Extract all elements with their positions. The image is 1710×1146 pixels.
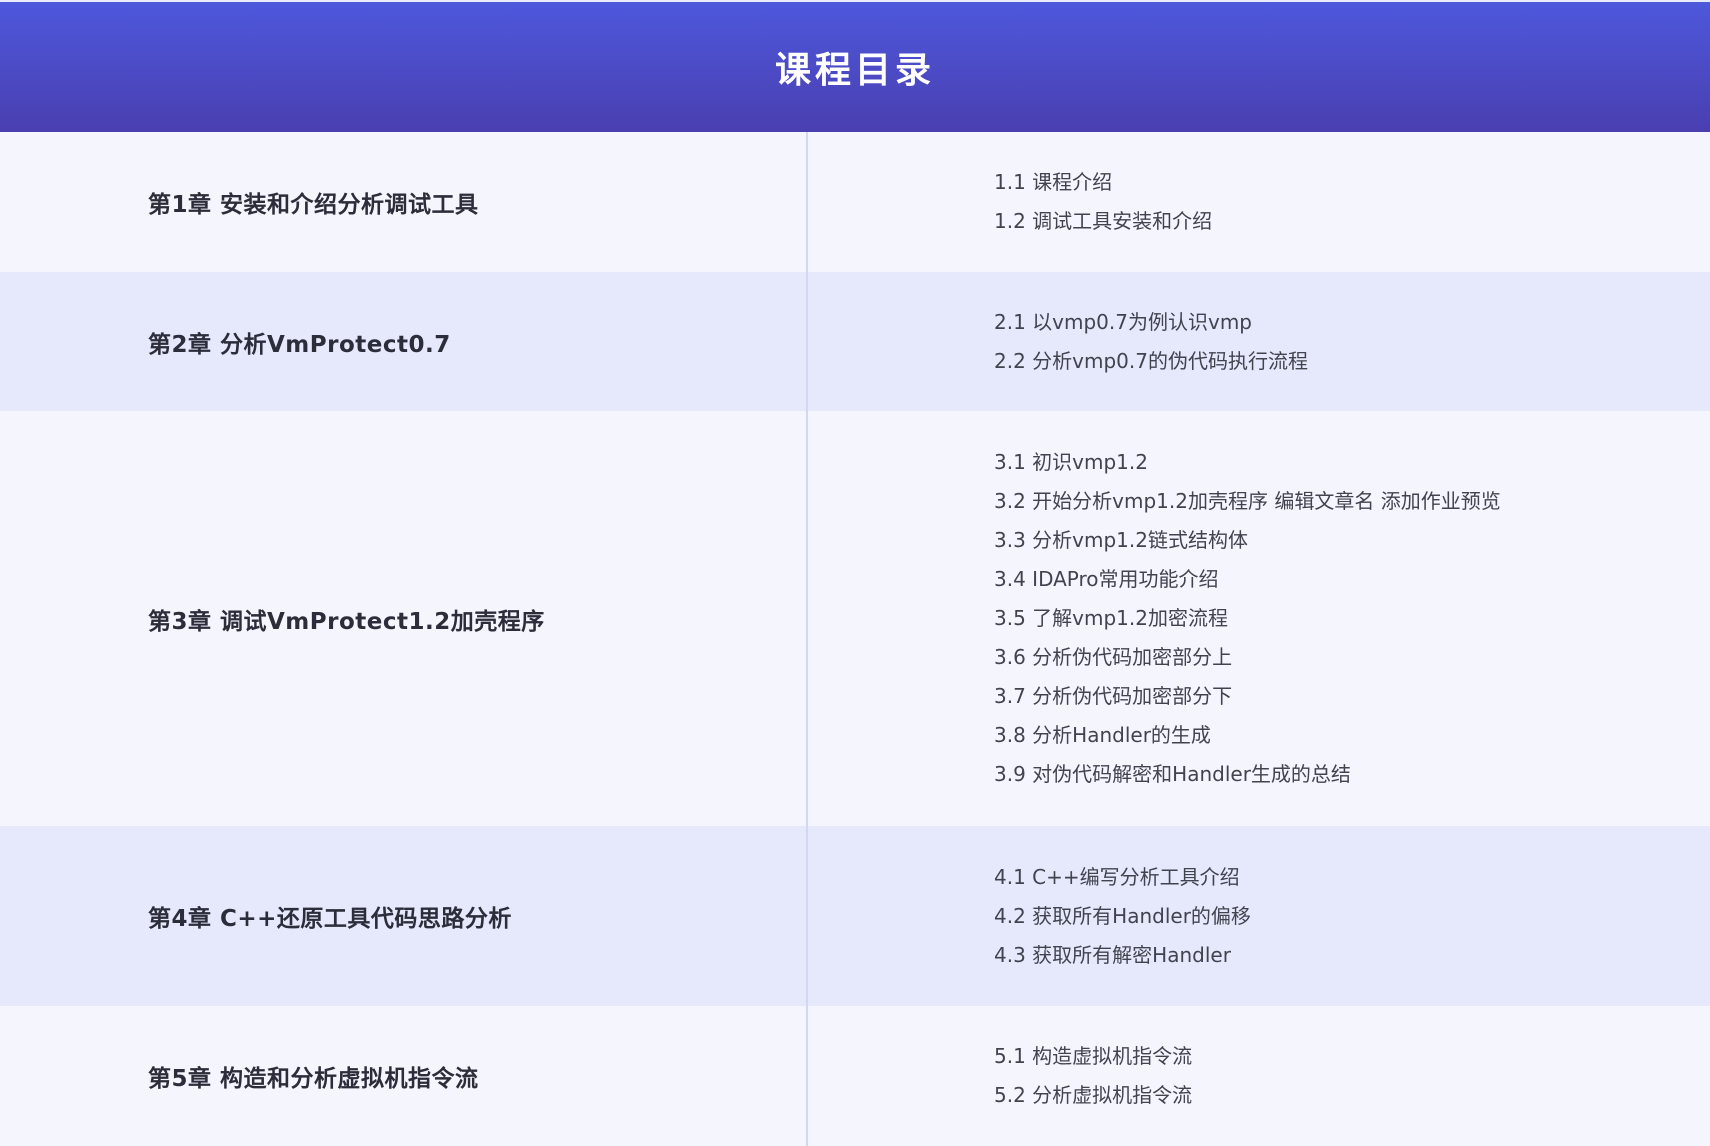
lesson-item[interactable]: 3.6 分析伪代码加密部分上 [994,638,1710,677]
chapter-title: 第1章 安装和介绍分析调试工具 [148,192,479,218]
lesson-item[interactable]: 3.2 开始分析vmp1.2加壳程序 编辑文章名 添加作业预览 [994,482,1710,521]
lesson-item[interactable]: 3.9 对伪代码解密和Handler生成的总结 [994,755,1710,794]
chapter-title: 第3章 调试VmProtect1.2加壳程序 [148,608,545,635]
lesson-list: 3.1 初识vmp1.2 3.2 开始分析vmp1.2加壳程序 编辑文章名 添加… [807,411,1710,826]
lesson-item[interactable]: 4.1 C++编写分析工具介绍 [994,858,1710,897]
lesson-item[interactable]: 4.3 获取所有解密Handler [994,936,1710,975]
lesson-item[interactable]: 4.2 获取所有Handler的偏移 [994,897,1710,936]
chapter-row-2: 第2章 分析VmProtect0.7 2.1 以vmp0.7为例认识vmp 2.… [0,272,1710,411]
lesson-item[interactable]: 1.2 调试工具安装和介绍 [994,202,1710,241]
catalog-header: 课程目录 [0,0,1710,132]
chapter-title: 第4章 C++还原工具代码思路分析 [148,906,512,932]
lesson-list: 5.1 构造虚拟机指令流 5.2 分析虚拟机指令流 [807,1006,1710,1146]
lesson-item[interactable]: 3.8 分析Handler的生成 [994,716,1710,755]
lesson-list: 1.1 课程介绍 1.2 调试工具安装和介绍 [807,132,1710,272]
lesson-item[interactable]: 3.3 分析vmp1.2链式结构体 [994,521,1710,560]
chapter-row-4: 第4章 C++还原工具代码思路分析 4.1 C++编写分析工具介绍 4.2 获取… [0,826,1710,1006]
lesson-item[interactable]: 2.2 分析vmp0.7的伪代码执行流程 [994,342,1710,381]
lesson-list: 2.1 以vmp0.7为例认识vmp 2.2 分析vmp0.7的伪代码执行流程 [807,272,1710,411]
lesson-item[interactable]: 3.5 了解vmp1.2加密流程 [994,599,1710,638]
lesson-item[interactable]: 5.2 分析虚拟机指令流 [994,1076,1710,1115]
chapter-title: 第2章 分析VmProtect0.7 [148,331,451,358]
page-title: 课程目录 [774,50,935,91]
course-catalog-page: 课程目录 第1章 安装和介绍分析调试工具 1.1 课程介绍 1.2 调试工具安装… [0,0,1710,1146]
lesson-list: 4.1 C++编写分析工具介绍 4.2 获取所有Handler的偏移 4.3 获… [807,826,1710,1006]
chapter-row-5: 第5章 构造和分析虚拟机指令流 5.1 构造虚拟机指令流 5.2 分析虚拟机指令… [0,1006,1710,1146]
course-table: 第1章 安装和介绍分析调试工具 1.1 课程介绍 1.2 调试工具安装和介绍 第… [0,132,1710,1146]
lesson-item[interactable]: 2.1 以vmp0.7为例认识vmp [994,303,1710,342]
lesson-item[interactable]: 5.1 构造虚拟机指令流 [994,1037,1710,1076]
column-divider [806,132,808,1146]
lesson-item[interactable]: 3.4 IDAPro常用功能介绍 [994,560,1710,599]
lesson-item[interactable]: 1.1 课程介绍 [994,163,1710,202]
chapter-row-3: 第3章 调试VmProtect1.2加壳程序 3.1 初识vmp1.2 3.2 … [0,411,1710,826]
lesson-item[interactable]: 3.1 初识vmp1.2 [994,443,1710,482]
lesson-item[interactable]: 3.7 分析伪代码加密部分下 [994,677,1710,716]
chapter-title: 第5章 构造和分析虚拟机指令流 [148,1066,479,1092]
chapter-row-1: 第1章 安装和介绍分析调试工具 1.1 课程介绍 1.2 调试工具安装和介绍 [0,132,1710,272]
